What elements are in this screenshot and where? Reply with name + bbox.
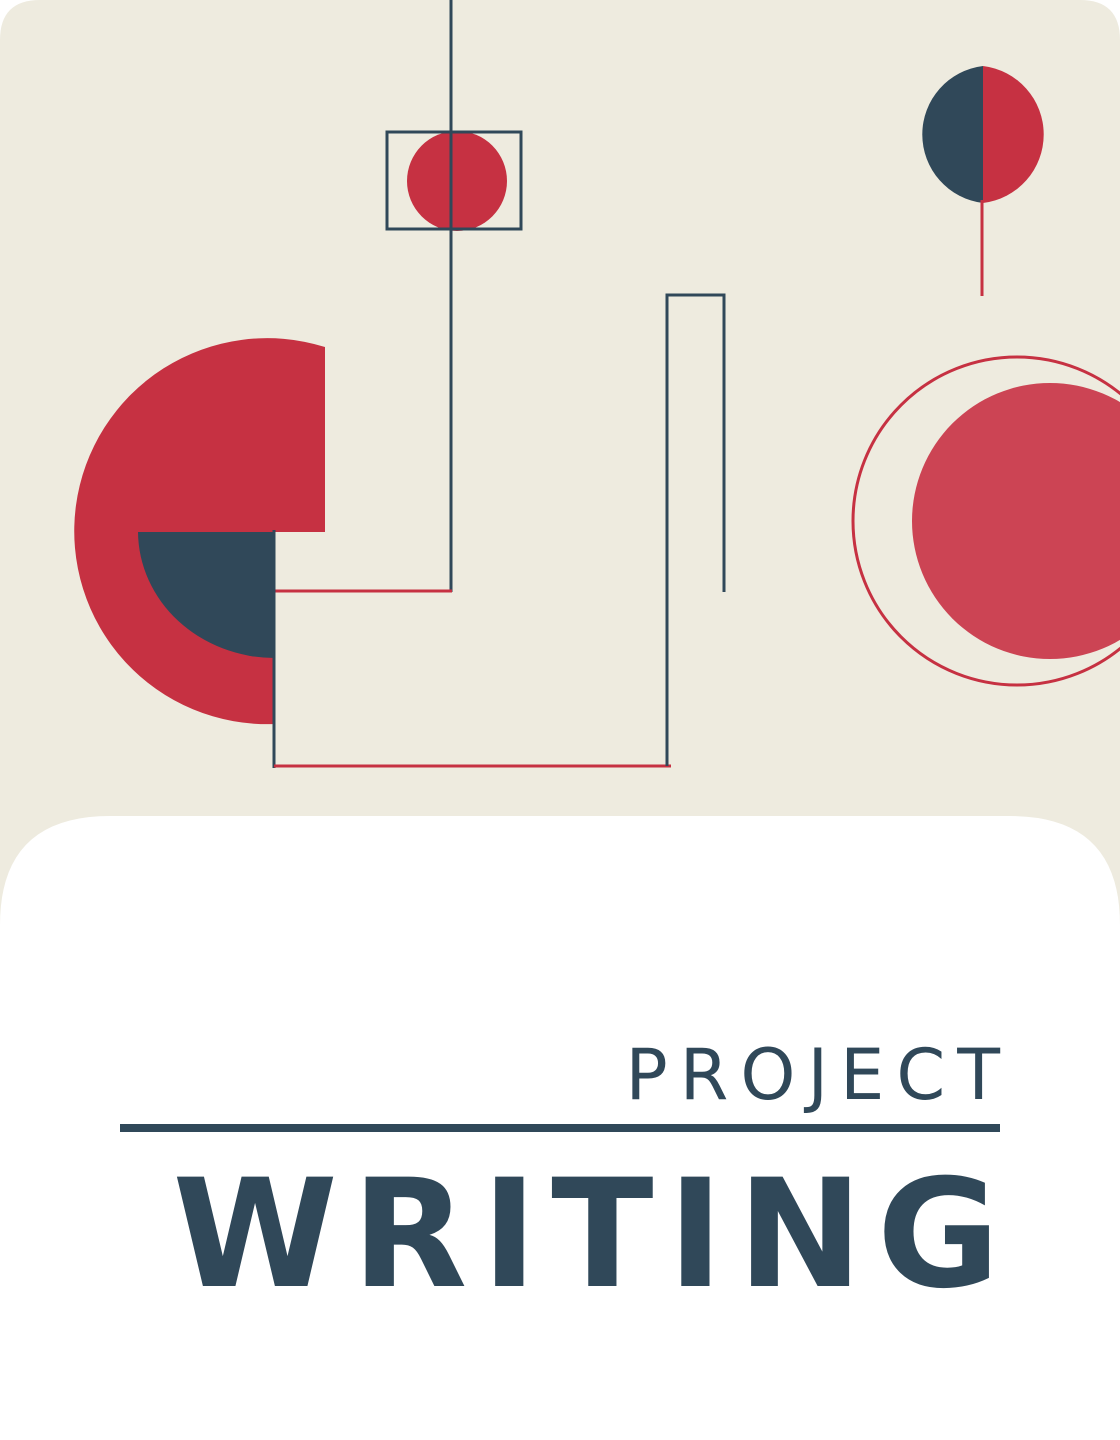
title-divider <box>120 1124 1000 1132</box>
cover-page: PROJECT WRITING <box>0 0 1120 1440</box>
main-title: WRITING <box>172 1148 1014 1322</box>
red-circle-in-square <box>407 131 507 231</box>
kicker-text: PROJECT <box>625 1034 1012 1116</box>
